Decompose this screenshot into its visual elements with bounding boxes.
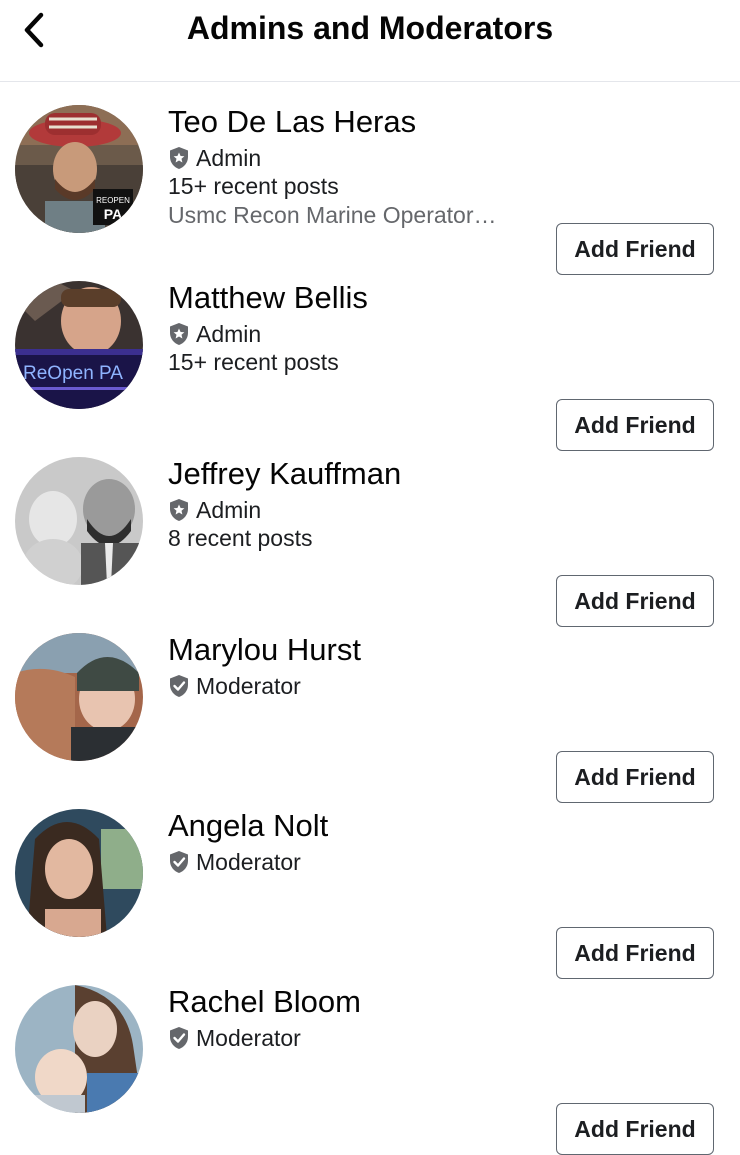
- member-bio: Usmc Recon Marine Operator…: [168, 202, 497, 228]
- add-friend-button[interactable]: Add Friend: [556, 1103, 714, 1155]
- page-title: Admins and Moderators: [186, 10, 554, 46]
- avatar-overlay-text: ReOpen PA: [23, 363, 123, 384]
- role-badge: Moderator: [168, 848, 525, 876]
- member-name[interactable]: Angela Nolt: [168, 806, 525, 846]
- moderator-shield-icon: [170, 851, 188, 873]
- avatar[interactable]: [15, 809, 143, 937]
- admin-shield-icon: [170, 323, 188, 345]
- role-badge: Admin: [168, 496, 525, 524]
- recent-posts-count: 8 recent posts: [168, 525, 313, 551]
- role-label: Moderator: [196, 849, 301, 875]
- list-item: REOPEN PA Teo De Las Heras Admin 15+ rec…: [0, 82, 740, 275]
- moderator-shield-icon: [170, 675, 188, 697]
- member-name[interactable]: Marylou Hurst: [168, 630, 525, 670]
- list-item: ReOpen PA Matthew Bellis Admin 15+ recen…: [0, 258, 740, 451]
- role-label: Moderator: [196, 673, 301, 699]
- list-item: Angela Nolt Moderator Add Friend: [0, 786, 740, 979]
- avatar-overlay-text: PA: [104, 206, 122, 222]
- role-badge: Admin: [168, 320, 525, 348]
- member-name[interactable]: Teo De Las Heras: [168, 102, 525, 142]
- moderator-shield-icon: [170, 1027, 188, 1049]
- member-name[interactable]: Jeffrey Kauffman: [168, 454, 525, 494]
- list-item: Jeffrey Kauffman Admin 8 recent posts Ad…: [0, 434, 740, 627]
- admin-shield-icon: [170, 499, 188, 521]
- avatar[interactable]: [15, 457, 143, 585]
- role-badge: Moderator: [168, 672, 525, 700]
- recent-posts-count: 15+ recent posts: [168, 349, 339, 375]
- admin-shield-icon: [170, 147, 188, 169]
- role-label: Admin: [196, 321, 262, 347]
- list-item: Marylou Hurst Moderator Add Friend: [0, 610, 740, 803]
- role-label: Moderator: [196, 1025, 301, 1051]
- role-label: Admin: [196, 497, 262, 523]
- member-name[interactable]: Matthew Bellis: [168, 278, 525, 318]
- avatar[interactable]: [15, 985, 143, 1113]
- avatar[interactable]: REOPEN PA: [15, 105, 143, 233]
- role-badge: Admin: [168, 144, 525, 172]
- role-label: Admin: [196, 145, 262, 171]
- role-badge: Moderator: [168, 1024, 525, 1052]
- avatar[interactable]: [15, 633, 143, 761]
- top-bar: Admins and Moderators: [0, 0, 740, 82]
- member-name[interactable]: Rachel Bloom: [168, 982, 525, 1022]
- recent-posts-count: 15+ recent posts: [168, 173, 339, 199]
- list-item: Rachel Bloom Moderator Add Friend: [0, 962, 740, 1155]
- avatar-overlay-text: REOPEN: [96, 196, 130, 205]
- avatar[interactable]: ReOpen PA: [15, 281, 143, 409]
